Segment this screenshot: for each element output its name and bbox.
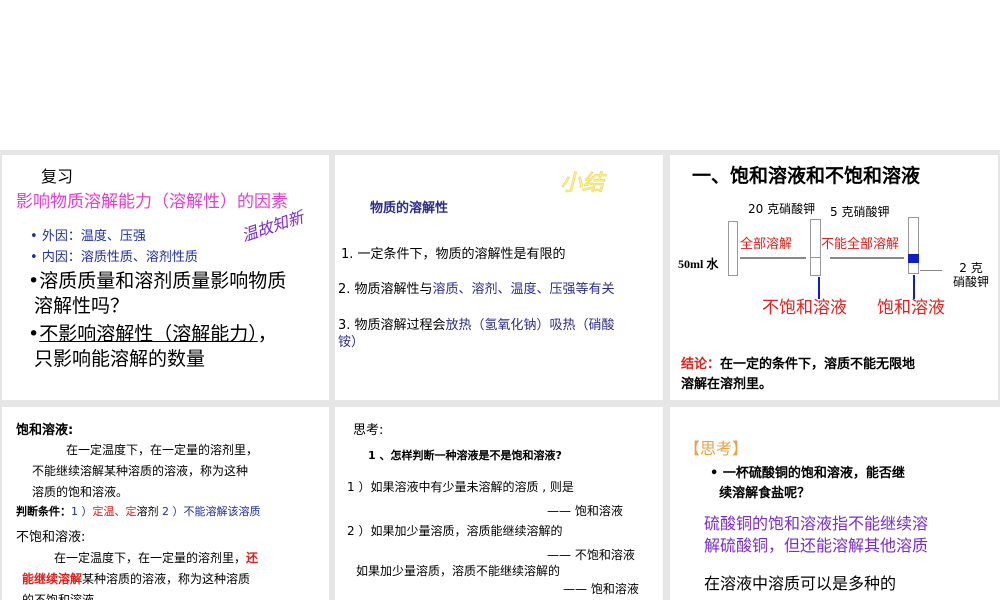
definition-line: 在一定温度下，在一定量的溶剂里，还 (54, 551, 259, 565)
definition-line: 在一定温度下，在一定量的溶剂里， (66, 443, 259, 457)
heading-unsaturated: 不饱和溶液: (16, 530, 86, 545)
rule-result: —— 饱和溶液 (563, 582, 639, 596)
label-5g: 5 克硝酸钾 (830, 205, 890, 219)
rule: 2 ）如果加少量溶质，溶质能继续溶解的 (347, 524, 563, 538)
question-bullet: •溶质质量和溶剂质量影响物质 溶解性吗？ (28, 270, 287, 317)
note-text: 在溶液中溶质可以是多种的 (704, 574, 897, 593)
slide-title: 一、饱和溶液和不饱和溶液 (692, 165, 921, 187)
bullet: • 内因：溶质性质、溶剂性质 (30, 250, 198, 265)
definition-line: 溶质的饱和溶液。 (32, 485, 129, 499)
slide-heading: 物质的溶解性 (370, 201, 449, 216)
stamp-text: 小结 (559, 171, 605, 197)
answer-bullet: •不影响溶解性（溶解能力）， 只影响能溶解的数量 (28, 323, 277, 370)
point-3: 3. 物质溶解过程会放热（氢氧化钠）吸热（硝酸 铵） (338, 318, 615, 350)
label-2g: 2 克硝酸钾 (953, 261, 990, 289)
rule-result: —— 不饱和溶液 (547, 548, 635, 562)
judge-conditions: 判断条件：1 ）定温、定溶剂 2 ）不能溶解该溶质 (16, 505, 261, 518)
rule: 如果加少量溶质，溶质不能继续溶解的 (356, 564, 561, 578)
slide-heading: 【思考】 (684, 439, 749, 458)
test-tube-2 (810, 219, 821, 276)
slide-title: 复习 (41, 167, 74, 186)
arrow-label-dissolve: 全部溶解 (740, 237, 793, 252)
point-1: 1. 一定条件下，物质的溶解性是有限的 (341, 247, 566, 262)
slide-subtitle: 影响物质溶解能力（溶解性）的因素 (16, 192, 288, 212)
arrow-right-icon (830, 257, 904, 259)
saturated-label: 饱和溶液 (877, 298, 945, 318)
slide-thumbnail-6[interactable]: 【思考】 • 一杯硫酸铜的饱和溶液，能否继 续溶解食盐呢？ 硫酸铜的饱和溶液指不… (670, 407, 1000, 600)
test-tube-3 (908, 217, 919, 274)
slide-grid: 复习 影响物质溶解能力（溶解性）的因素 温故知新 • 外因：温度、压强 • 内因… (0, 150, 1000, 600)
answer-text: 硫酸铜的饱和溶液指不能继续溶 解硫酸铜，但还能溶解其他溶质 (704, 514, 929, 555)
question: 1 、怎样判断一种溶液是不是饱和溶液? (368, 449, 562, 462)
label-20g: 20 克硝酸钾 (748, 202, 816, 216)
definition-line: 的不饱和溶液。 (22, 593, 107, 600)
heading-saturated: 饱和溶液: (16, 423, 74, 438)
test-tube-1 (728, 221, 738, 276)
slide-thumbnail-1[interactable]: 复习 影响物质溶解能力（溶解性）的因素 温故知新 • 外因：温度、压强 • 内因… (2, 155, 329, 400)
slide-thumbnail-3[interactable]: 一、饱和溶液和不饱和溶液 20 克硝酸钾 5 克硝酸钾 50ml 水 全部溶解 … (670, 155, 998, 400)
point-2: 2. 物质溶解性与溶质、溶剂、温度、压强等有关 (338, 282, 615, 297)
conclusion: 结论：在一定的条件下，溶质不能无限地 溶解在溶剂里。 (681, 357, 916, 392)
unsaturated-label: 不饱和溶液 (762, 298, 847, 318)
arrow-right-icon (740, 257, 806, 259)
slide-heading: 思考: (353, 423, 384, 438)
definition-line: 能继续溶解某种溶质的溶液，称为这种溶质 (22, 572, 251, 586)
rule-result: —— 饱和溶液 (547, 504, 623, 518)
slide-thumbnail-2[interactable]: 小结 物质的溶解性 1. 一定条件下，物质的溶解性是有限的 2. 物质溶解性与溶… (335, 155, 663, 400)
water-label: 50ml 水 (678, 257, 719, 271)
definition-line: 不能继续溶解某种溶质的溶液，称为这种 (32, 464, 249, 478)
arrow-label-not-dissolve: 不能全部溶解 (821, 237, 900, 252)
bullet: • 外因：温度、压强 (30, 229, 146, 244)
slide-thumbnail-5[interactable]: 思考: 1 、怎样判断一种溶液是不是饱和溶液? 1 ）如果溶液中有少量未溶解的溶… (335, 407, 663, 600)
slide-thumbnail-4[interactable]: 饱和溶液: 在一定温度下，在一定量的溶剂里， 不能继续溶解某种溶质的溶液，称为这… (2, 407, 329, 600)
bullet: • 一杯硫酸铜的饱和溶液，能否继 续溶解食盐呢？ (710, 466, 905, 501)
arrow-right-icon (920, 270, 942, 271)
rule: 1 ）如果溶液中有少量未溶解的溶质 , 则是 (347, 480, 574, 494)
